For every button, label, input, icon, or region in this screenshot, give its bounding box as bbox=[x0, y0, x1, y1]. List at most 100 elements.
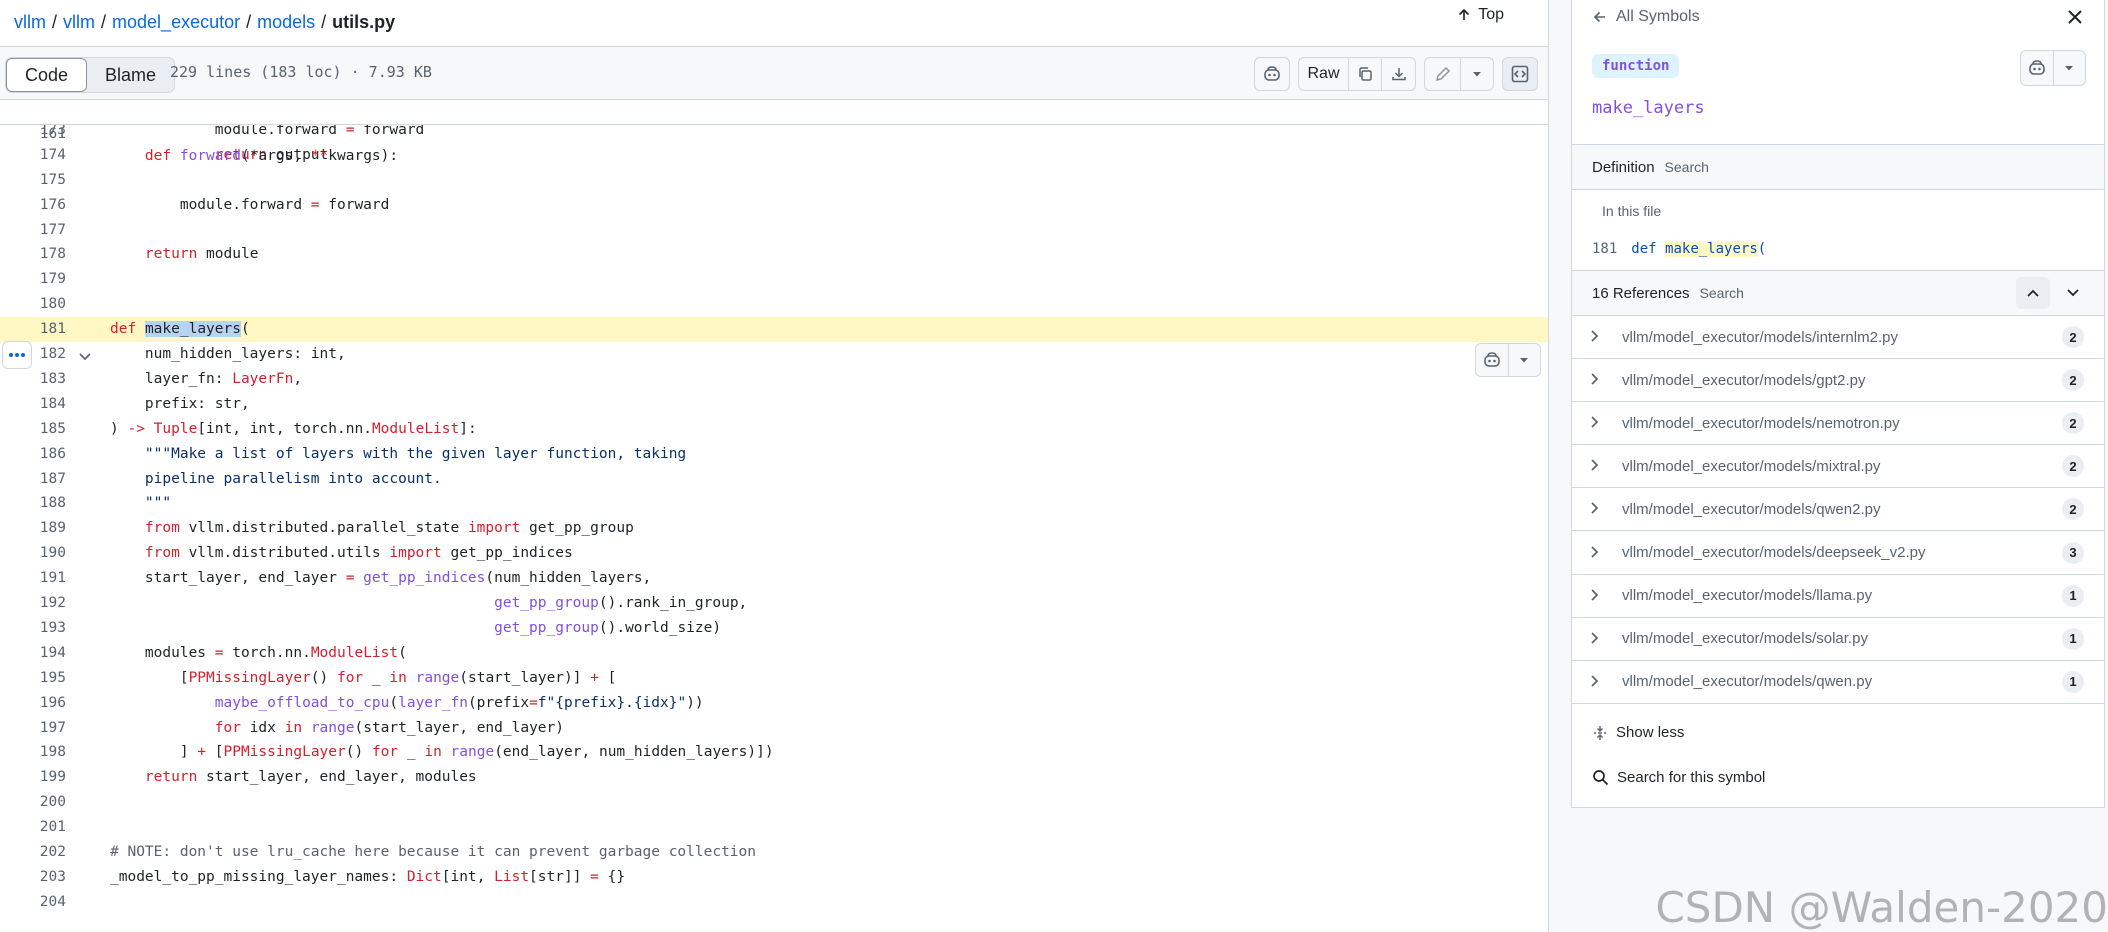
line-number[interactable]: 204 bbox=[0, 890, 66, 915]
raw-button[interactable]: Raw bbox=[1299, 58, 1349, 90]
code-line[interactable]: 183 layer_fn: LayerFn, bbox=[0, 367, 1548, 392]
code-line[interactable]: 202 # NOTE: don't use lru_cache here beca… bbox=[0, 840, 1548, 865]
edit-button[interactable] bbox=[1425, 58, 1461, 90]
breadcrumb-item-dir[interactable]: vllm bbox=[63, 12, 95, 33]
line-number[interactable]: 202 bbox=[0, 840, 66, 865]
references-search-link[interactable]: Search bbox=[1700, 285, 1744, 301]
reference-file-row[interactable]: vllm/model_executor/models/mixtral.py 2 bbox=[1572, 445, 2104, 489]
copilot-button[interactable] bbox=[1254, 57, 1290, 91]
code-line[interactable]: 175 bbox=[0, 168, 1548, 193]
line-number[interactable]: 178 bbox=[0, 242, 66, 267]
reference-count-badge: 1 bbox=[2062, 627, 2084, 650]
line-number[interactable]: 180 bbox=[0, 292, 66, 317]
breadcrumb-item-repo[interactable]: vllm bbox=[14, 12, 46, 33]
code-line[interactable]: 189 from vllm.distributed.parallel_state… bbox=[0, 516, 1548, 541]
all-symbols-back-link[interactable]: All Symbols bbox=[1592, 8, 1700, 26]
sticky-scope-header[interactable]: 161 def forward(*args, **kwargs): bbox=[0, 101, 1548, 164]
code-line[interactable]: 200 bbox=[0, 790, 1548, 815]
line-number[interactable]: 194 bbox=[0, 641, 66, 666]
code-line[interactable]: 181 def make_layers( bbox=[0, 317, 1548, 342]
fold-chevron-icon[interactable] bbox=[78, 349, 92, 367]
code-line[interactable]: 180 bbox=[0, 292, 1548, 317]
line-number[interactable]: 200 bbox=[0, 790, 66, 815]
reference-file-row[interactable]: vllm/model_executor/models/llama.py 1 bbox=[1572, 575, 2104, 618]
line-number[interactable]: 203 bbox=[0, 865, 66, 890]
line-number[interactable]: 189 bbox=[0, 516, 66, 541]
code-line[interactable]: 204 bbox=[0, 890, 1548, 915]
line-number[interactable]: 176 bbox=[0, 193, 66, 218]
close-panel-button[interactable] bbox=[2064, 6, 2086, 33]
code-line[interactable]: 186 """Make a list of layers with the gi… bbox=[0, 442, 1548, 467]
code-line[interactable]: 179 bbox=[0, 267, 1548, 292]
code-line[interactable]: 198 ] + [PPMissingLayer() for _ in range… bbox=[0, 740, 1548, 765]
top-button[interactable]: Top bbox=[1456, 6, 1504, 24]
code-line[interactable]: 194 modules = torch.nn.ModuleList( bbox=[0, 641, 1548, 666]
code-line[interactable]: 201 bbox=[0, 815, 1548, 840]
line-number[interactable]: 185 bbox=[0, 417, 66, 442]
code-line[interactable]: 177 bbox=[0, 218, 1548, 243]
line-number[interactable]: 195 bbox=[0, 666, 66, 691]
code-line[interactable]: 178 return module bbox=[0, 242, 1548, 267]
reference-file-row[interactable]: vllm/model_executor/models/solar.py 1 bbox=[1572, 618, 2104, 661]
reference-file-row[interactable]: vllm/model_executor/models/gpt2.py 2 bbox=[1572, 359, 2104, 403]
code-line[interactable]: 184 prefix: str, bbox=[0, 392, 1548, 417]
code-line[interactable]: 193 get_pp_group().world_size) bbox=[0, 616, 1548, 641]
definition-search-link[interactable]: Search bbox=[1665, 159, 1709, 175]
reference-file-row[interactable]: vllm/model_executor/models/deepseek_v2.p… bbox=[1572, 532, 2104, 575]
line-copilot-dropdown[interactable] bbox=[1509, 344, 1541, 376]
code-line[interactable]: 199 return start_layer, end_layer, modul… bbox=[0, 765, 1548, 790]
next-reference-button[interactable] bbox=[2056, 277, 2090, 309]
reference-file-row[interactable]: vllm/model_executor/models/qwen2.py 2 bbox=[1572, 488, 2104, 532]
copy-button[interactable] bbox=[1349, 58, 1382, 90]
line-copilot-button[interactable] bbox=[1476, 344, 1509, 376]
download-button[interactable] bbox=[1382, 58, 1415, 90]
tab-blame[interactable]: Blame bbox=[87, 58, 174, 92]
symbols-panel: All Symbols function make_layers Definit… bbox=[1548, 0, 2108, 932]
line-number[interactable]: 190 bbox=[0, 541, 66, 566]
search-symbol-button[interactable]: Search for this symbol bbox=[1592, 769, 1765, 786]
line-number[interactable]: 186 bbox=[0, 442, 66, 467]
code-line[interactable]: 203 _model_to_pp_missing_layer_names: Dic… bbox=[0, 865, 1548, 890]
references-header[interactable]: 16 References Search bbox=[1572, 270, 2104, 316]
code-line[interactable]: 190 from vllm.distributed.utils import g… bbox=[0, 541, 1548, 566]
edit-dropdown-button[interactable] bbox=[1461, 58, 1493, 90]
panel-copilot-dropdown[interactable] bbox=[2054, 51, 2086, 85]
line-options-button[interactable] bbox=[2, 341, 32, 369]
symbols-panel-toggle[interactable] bbox=[1502, 57, 1538, 91]
code-line[interactable]: 191 start_layer, end_layer = get_pp_indi… bbox=[0, 566, 1548, 591]
code-line[interactable]: 187 pipeline parallelism into account. bbox=[0, 467, 1548, 492]
line-number[interactable]: 196 bbox=[0, 691, 66, 716]
tab-code[interactable]: Code bbox=[6, 58, 88, 92]
definition-result[interactable]: 181 def make_layers( bbox=[1592, 241, 1766, 257]
breadcrumb-item-model-executor[interactable]: model_executor bbox=[112, 12, 240, 33]
code-line[interactable]: 192 get_pp_group().rank_in_group, bbox=[0, 591, 1548, 616]
line-number[interactable]: 188 bbox=[0, 491, 66, 516]
code-line[interactable]: 197 for idx in range(start_layer, end_la… bbox=[0, 716, 1548, 741]
line-number[interactable]: 193 bbox=[0, 616, 66, 641]
line-number[interactable]: 179 bbox=[0, 267, 66, 292]
breadcrumb-item-models[interactable]: models bbox=[257, 12, 315, 33]
reference-file-row[interactable]: vllm/model_executor/models/nemotron.py 2 bbox=[1572, 402, 2104, 446]
code-line[interactable]: 176 module.forward = forward bbox=[0, 193, 1548, 218]
code-line[interactable]: 188 """ bbox=[0, 491, 1548, 516]
code-line[interactable]: 195 [PPMissingLayer() for _ in range(sta… bbox=[0, 666, 1548, 691]
line-number[interactable]: 201 bbox=[0, 815, 66, 840]
line-number[interactable]: 184 bbox=[0, 392, 66, 417]
code-line[interactable]: 185) -> Tuple[int, int, torch.nn.ModuleL… bbox=[0, 417, 1548, 442]
reference-file-row[interactable]: vllm/model_executor/models/qwen.py 1 bbox=[1572, 661, 2104, 704]
panel-copilot-button[interactable] bbox=[2021, 51, 2054, 85]
line-number[interactable]: 183 bbox=[0, 367, 66, 392]
collapse-references-button[interactable] bbox=[2016, 277, 2050, 309]
code-line[interactable]: 182 num_hidden_layers: int, bbox=[0, 342, 1548, 367]
line-number[interactable]: 197 bbox=[0, 716, 66, 741]
line-number[interactable]: 177 bbox=[0, 218, 66, 243]
line-number[interactable]: 187 bbox=[0, 467, 66, 492]
code-line[interactable]: 196 maybe_offload_to_cpu(layer_fn(prefix… bbox=[0, 691, 1548, 716]
line-number[interactable]: 191 bbox=[0, 566, 66, 591]
line-number[interactable]: 192 bbox=[0, 591, 66, 616]
show-less-button[interactable]: Show less bbox=[1592, 724, 1684, 741]
line-number[interactable]: 198 bbox=[0, 740, 66, 765]
line-number[interactable]: 199 bbox=[0, 765, 66, 790]
reference-file-row[interactable]: vllm/model_executor/models/internlm2.py 2 bbox=[1572, 316, 2104, 359]
line-number[interactable]: 181 bbox=[0, 317, 66, 342]
